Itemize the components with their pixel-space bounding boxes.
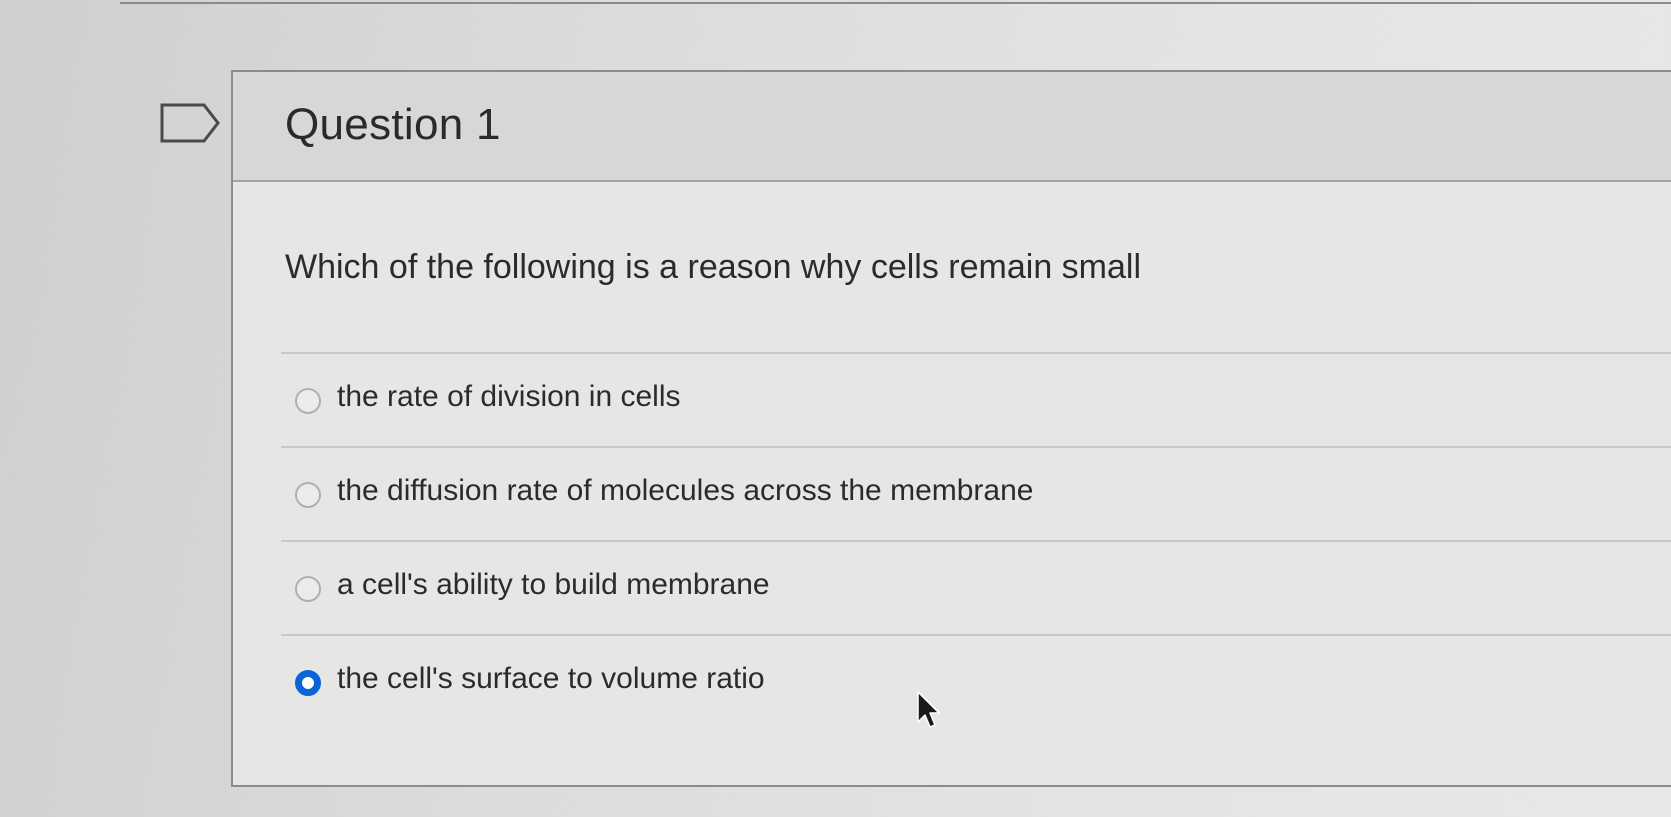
question-body: Which of the following is a reason why c…: [233, 182, 1671, 785]
answer-option-3[interactable]: a cell's ability to build membrane: [281, 540, 1671, 634]
answer-option-1[interactable]: the rate of division in cells: [281, 352, 1671, 446]
question-text: Which of the following is a reason why c…: [285, 248, 1142, 286]
answer-label[interactable]: the diffusion rate of molecules across t…: [337, 474, 1033, 508]
radio-button-icon[interactable]: [295, 388, 321, 414]
answer-label[interactable]: the rate of division in cells: [337, 380, 681, 414]
answer-label[interactable]: a cell's ability to build membrane: [337, 568, 770, 602]
question-header: Question 1: [233, 72, 1671, 182]
answer-option-4[interactable]: the cell's surface to volume ratio: [281, 634, 1671, 728]
question-card: Question 1 Which of the following is a r…: [231, 70, 1671, 787]
flag-question-icon[interactable]: [160, 103, 222, 143]
radio-button-icon[interactable]: [295, 482, 321, 508]
question-title: Question 1: [285, 100, 501, 149]
answer-label[interactable]: the cell's surface to volume ratio: [337, 662, 765, 696]
answer-list: the rate of division in cells the diffus…: [281, 352, 1671, 728]
radio-button-icon[interactable]: [295, 576, 321, 602]
radio-button-selected-icon[interactable]: [295, 670, 321, 696]
answer-option-2[interactable]: the diffusion rate of molecules across t…: [281, 446, 1671, 540]
mouse-pointer-icon: [916, 690, 942, 730]
top-divider: [120, 2, 1671, 4]
